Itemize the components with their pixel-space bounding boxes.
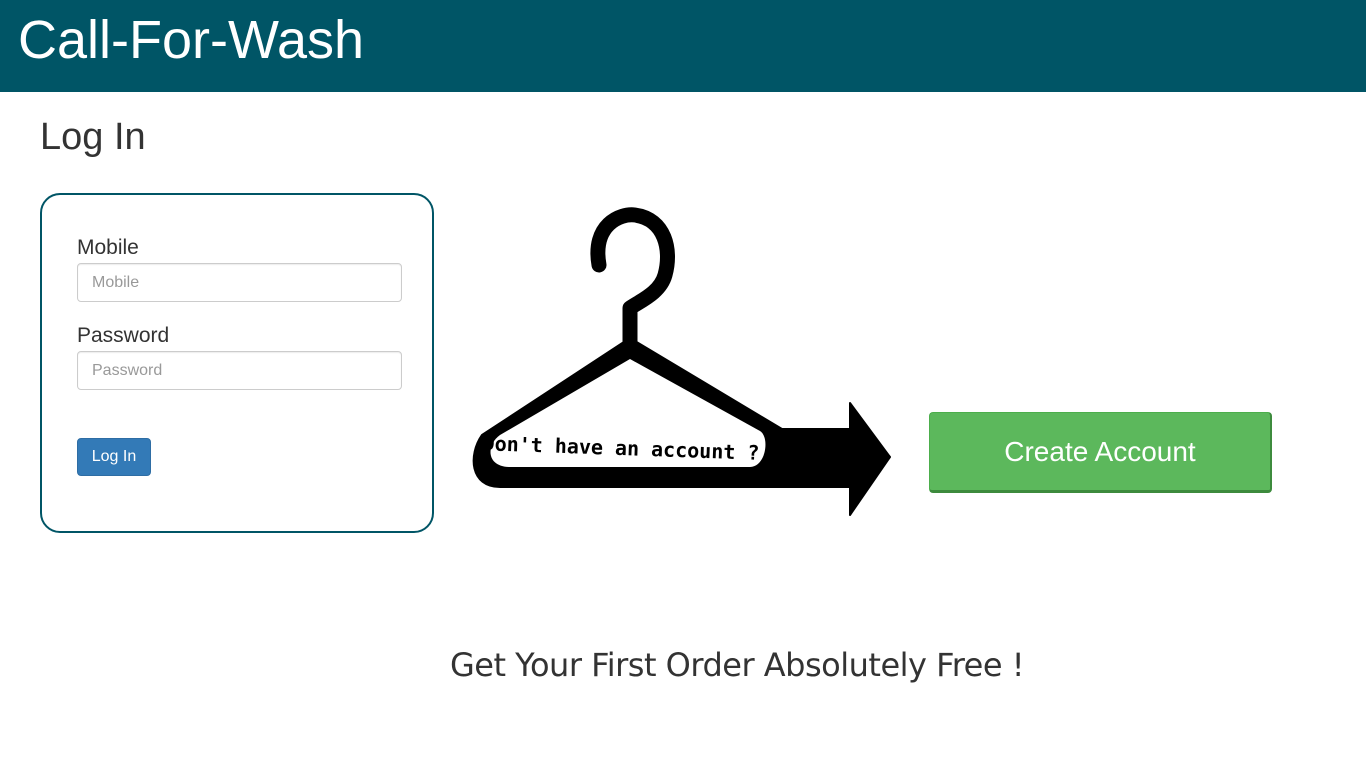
mobile-input[interactable]: [77, 263, 402, 302]
clothes-hanger-arrow-icon: Don't have an account ?: [472, 207, 891, 516]
top-navbar: Call-For-Wash: [0, 0, 1366, 92]
login-button[interactable]: Log In: [77, 438, 151, 476]
free-order-promo-text: Get Your First Order Absolutely Free !: [449, 646, 1025, 684]
create-account-button[interactable]: Create Account: [929, 412, 1272, 493]
login-form: Mobile Password Log In: [40, 193, 434, 533]
password-input[interactable]: [77, 351, 402, 390]
page-title: Log In: [40, 116, 146, 158]
brand-logo-link[interactable]: Call-For-Wash: [18, 8, 364, 72]
password-label: Password: [77, 324, 170, 347]
hanger-hook: [590, 207, 675, 353]
mobile-label: Mobile: [77, 236, 139, 259]
